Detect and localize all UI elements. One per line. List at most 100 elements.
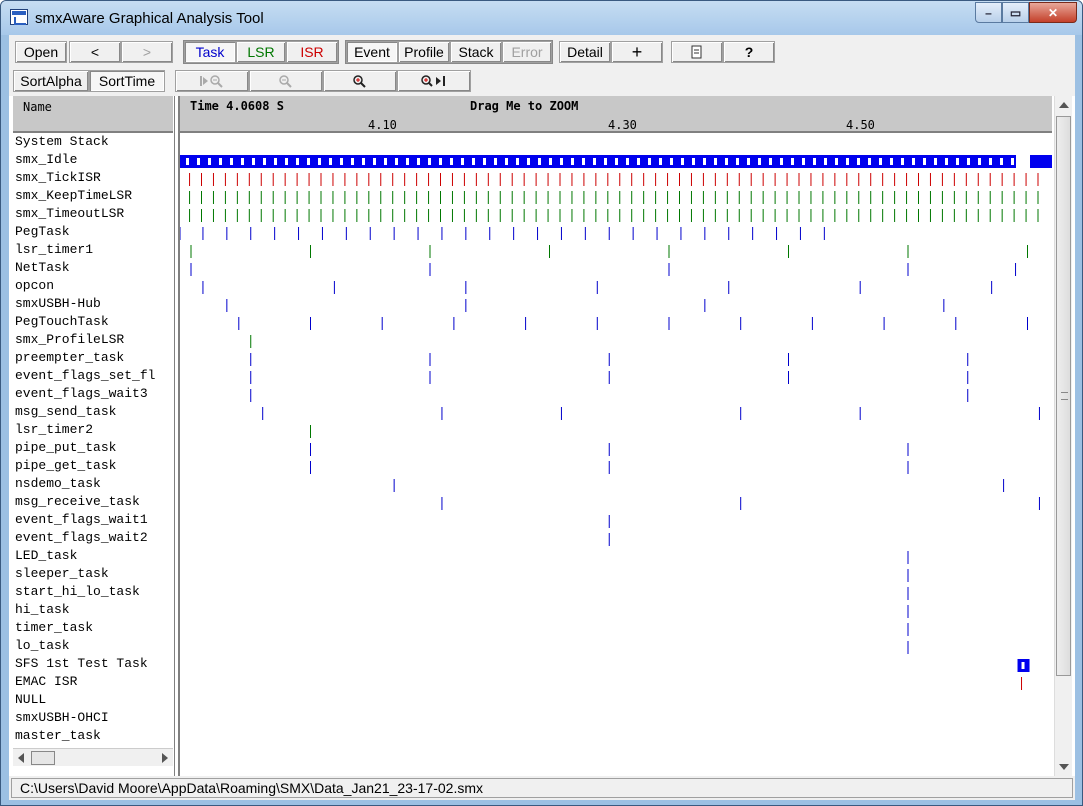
task-name-row[interactable]: smxUSBH-OHCI — [15, 709, 109, 727]
task-name-row[interactable]: NULL — [15, 691, 46, 709]
task-name-row[interactable]: event_flags_wait1 — [15, 511, 148, 529]
idle-activity-bar[interactable] — [1030, 155, 1052, 168]
minimize-button[interactable]: – — [975, 2, 1002, 23]
idle-gap-mark — [670, 158, 673, 165]
close-button[interactable]: ✕ — [1029, 2, 1077, 23]
names-horizontal-scrollbar[interactable] — [13, 748, 173, 766]
trace-view: Name System Stack smx_Idle smx_TickISR smx_… — [9, 96, 1075, 776]
scroll-down-icon[interactable] — [1059, 764, 1069, 770]
scroll-right-icon[interactable] — [162, 753, 168, 763]
stack-view-button[interactable]: Stack — [450, 41, 502, 63]
scroll-thumb[interactable] — [31, 751, 55, 765]
task-name-row[interactable]: lo_task — [15, 637, 70, 655]
task-name-row[interactable]: smx_KeepTimeLSR — [15, 187, 132, 205]
grip-icon — [1061, 392, 1068, 400]
zoom-in-button[interactable] — [323, 70, 397, 92]
zoom-out-start-button[interactable] — [175, 70, 249, 92]
isr-filter-button[interactable]: ISR — [286, 41, 338, 63]
task-name-row[interactable]: System Stack — [15, 133, 109, 151]
vertical-scrollbar[interactable] — [1054, 96, 1072, 776]
task-name-row[interactable]: event_flags_wait3 — [15, 385, 148, 403]
task-name-row[interactable]: smx_TimeoutLSR — [15, 205, 124, 223]
sort-time-button[interactable]: SortTime — [89, 70, 165, 92]
idle-gap-mark — [604, 158, 607, 165]
timeline-panel[interactable]: Time 4.0608 S Drag Me to ZOOM 4.10 4.30 … — [178, 96, 1052, 776]
zoom-out-button[interactable] — [249, 70, 323, 92]
status-bar: C:\Users\David Moore\AppData\Roaming\SMX… — [11, 778, 1073, 798]
idle-gap-mark — [362, 158, 365, 165]
idle-gap-mark — [274, 158, 277, 165]
names-header[interactable]: Name — [13, 96, 173, 133]
idle-gap-mark — [1000, 158, 1003, 165]
task-name-row[interactable]: smxUSBH-Hub — [15, 295, 101, 313]
caption-buttons: – ▭ ✕ — [975, 2, 1077, 23]
help-button[interactable]: ? — [723, 41, 775, 63]
task-name-row[interactable]: LED_task — [15, 547, 77, 565]
back-button[interactable]: < — [69, 41, 121, 63]
zoom-in-icon — [353, 75, 366, 88]
event-timeline-graph[interactable] — [180, 133, 1052, 776]
task-name-row[interactable]: event_flags_set_fl — [15, 367, 155, 385]
main-toolbar: Open < > Task LSR ISR Event Profile Stac… — [9, 40, 775, 64]
idle-gap-mark — [549, 158, 552, 165]
idle-gap-mark — [791, 158, 794, 165]
idle-gap-mark — [901, 158, 904, 165]
idle-gap-mark — [384, 158, 387, 165]
task-name-row[interactable]: EMAC ISR — [15, 673, 77, 691]
scroll-thumb[interactable] — [1056, 116, 1071, 676]
idle-gap-mark — [758, 158, 761, 165]
idle-gap-mark — [813, 158, 816, 165]
task-name-row[interactable]: pipe_get_task — [15, 457, 116, 475]
task-name-row[interactable]: preempter_task — [15, 349, 124, 367]
task-name-row[interactable]: sleeper_task — [15, 565, 109, 583]
idle-gap-mark — [505, 158, 508, 165]
task-filter-button[interactable]: Task — [184, 41, 236, 63]
task-name-row[interactable]: smx_ProfileLSR — [15, 331, 124, 349]
task-name-row[interactable]: start_hi_lo_task — [15, 583, 140, 601]
time-tick-label: 4.50 — [846, 118, 875, 132]
zoom-in-end-icon — [421, 75, 445, 87]
task-name-row[interactable]: msg_receive_task — [15, 493, 140, 511]
scroll-up-icon[interactable] — [1059, 102, 1069, 108]
task-name-row[interactable]: smx_TickISR — [15, 169, 101, 187]
zoom-in-end-button[interactable] — [397, 70, 471, 92]
task-name-row[interactable]: lsr_timer1 — [15, 241, 93, 259]
maximize-button[interactable]: ▭ — [1002, 2, 1029, 23]
sort-alpha-button[interactable]: SortAlpha — [13, 70, 89, 92]
timeline-header[interactable]: Time 4.0608 S Drag Me to ZOOM 4.10 4.30 … — [180, 96, 1052, 133]
task-name-row[interactable]: nsdemo_task — [15, 475, 101, 493]
idle-gap-mark — [208, 158, 211, 165]
error-view-button[interactable]: Error — [502, 41, 552, 63]
task-name-row[interactable]: SFS 1st Test Task — [15, 655, 148, 673]
task-name-row[interactable]: NetTask — [15, 259, 70, 277]
idle-gap-mark — [824, 158, 827, 165]
task-name-row[interactable]: event_flags_wait2 — [15, 529, 148, 547]
idle-gap-mark — [648, 158, 651, 165]
detail-button[interactable]: Detail — [559, 41, 611, 63]
report-button[interactable] — [671, 41, 723, 63]
task-name-row[interactable]: hi_task — [15, 601, 70, 619]
lsr-filter-button[interactable]: LSR — [236, 41, 286, 63]
profile-view-button[interactable]: Profile — [398, 41, 450, 63]
app-icon[interactable] — [10, 9, 28, 25]
task-name-row[interactable]: PegTouchTask — [15, 313, 109, 331]
title-bar[interactable]: smxAware Graphical Analysis Tool – ▭ ✕ — [1, 1, 1082, 35]
forward-button[interactable]: > — [121, 41, 173, 63]
task-name-row[interactable]: lsr_timer2 — [15, 421, 93, 439]
event-view-button[interactable]: Event — [346, 41, 398, 63]
task-name-row[interactable]: pipe_put_task — [15, 439, 116, 457]
task-name-row[interactable]: master_task — [15, 727, 101, 745]
zoom-hint[interactable]: Drag Me to ZOOM — [470, 99, 578, 113]
task-name-row[interactable]: timer_task — [15, 619, 93, 637]
task-name-row[interactable]: PegTask — [15, 223, 70, 241]
task-name-row[interactable]: msg_send_task — [15, 403, 116, 421]
idle-gap-mark — [615, 158, 618, 165]
idle-gap-mark — [923, 158, 926, 165]
task-name-row[interactable]: opcon — [15, 277, 54, 295]
scroll-left-icon[interactable] — [18, 753, 24, 763]
idle-gap-mark — [406, 158, 409, 165]
idle-gap-mark — [989, 158, 992, 165]
task-name-row[interactable]: smx_Idle — [15, 151, 77, 169]
crosshair-button[interactable]: + — [611, 41, 663, 63]
open-button[interactable]: Open — [15, 41, 67, 63]
